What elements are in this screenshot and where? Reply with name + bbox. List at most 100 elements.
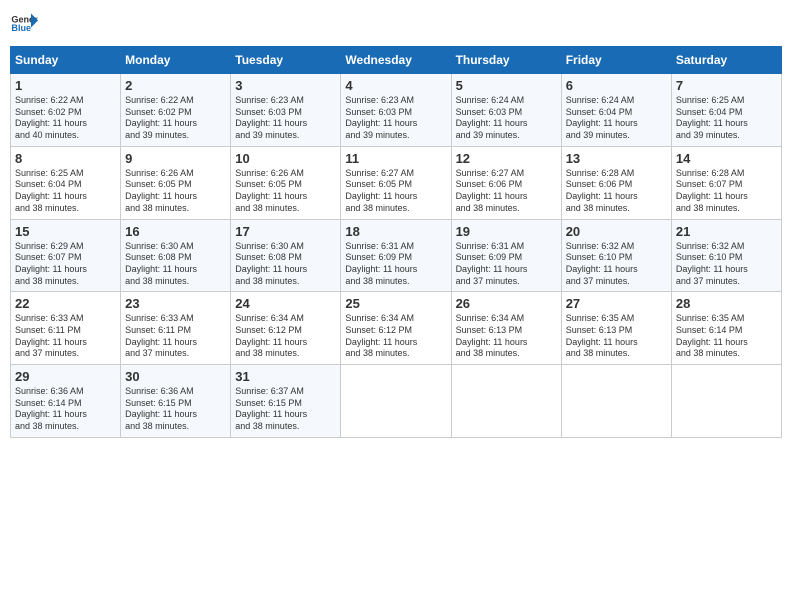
day-number: 23: [125, 296, 226, 311]
day-number: 9: [125, 151, 226, 166]
calendar-cell: 14Sunrise: 6:28 AM Sunset: 6:07 PM Dayli…: [671, 146, 781, 219]
day-header-tuesday: Tuesday: [231, 47, 341, 74]
calendar-cell: 2 Sunrise: 6:22 AM Sunset: 6:02 PM Daylig…: [121, 74, 231, 147]
day-number: 4: [345, 78, 446, 93]
calendar-cell: 22 Sunrise: 6:33 AM Sunset: 6:11 PM Dayli…: [11, 292, 121, 365]
calendar-week-5: 29 Sunrise: 6:36 AM Sunset: 6:14 PM Dayli…: [11, 365, 782, 438]
calendar-cell: 5 Sunrise: 6:24 AM Sunset: 6:03 PM Daylig…: [451, 74, 561, 147]
day-info: Sunrise: 6:26 AM Sunset: 6:05 PM Dayligh…: [125, 168, 226, 215]
calendar-week-4: 22 Sunrise: 6:33 AM Sunset: 6:11 PM Dayli…: [11, 292, 782, 365]
day-number: 20: [566, 224, 667, 239]
day-info: Sunrise: 6:28 AM Sunset: 6:06 PM Dayligh…: [566, 168, 667, 215]
day-header-saturday: Saturday: [671, 47, 781, 74]
day-info: Sunrise: 6:34 AM Sunset: 6:12 PM Dayligh…: [345, 313, 446, 360]
day-number: 6: [566, 78, 667, 93]
day-number: 24: [235, 296, 336, 311]
calendar-cell: 25 Sunrise: 6:34 AM Sunset: 6:12 PM Dayli…: [341, 292, 451, 365]
day-info: Sunrise: 6:33 AM Sunset: 6:11 PM Dayligh…: [125, 313, 226, 360]
day-info: Sunrise: 6:36 AM Sunset: 6:14 PM Dayligh…: [15, 386, 116, 433]
day-info: Sunrise: 6:23 AM Sunset: 6:03 PM Dayligh…: [235, 95, 336, 142]
logo: General Blue: [10, 10, 38, 38]
header: General Blue: [10, 10, 782, 38]
calendar-cell: 6Sunrise: 6:24 AM Sunset: 6:04 PM Daylig…: [561, 74, 671, 147]
calendar-cell: 8 Sunrise: 6:25 AM Sunset: 6:04 PM Daylig…: [11, 146, 121, 219]
logo-icon: General Blue: [10, 10, 38, 38]
day-number: 10: [235, 151, 336, 166]
calendar-cell: 23 Sunrise: 6:33 AM Sunset: 6:11 PM Dayli…: [121, 292, 231, 365]
day-header-wednesday: Wednesday: [341, 47, 451, 74]
day-number: 16: [125, 224, 226, 239]
calendar-cell: 9 Sunrise: 6:26 AM Sunset: 6:05 PM Daylig…: [121, 146, 231, 219]
day-header-monday: Monday: [121, 47, 231, 74]
day-info: Sunrise: 6:31 AM Sunset: 6:09 PM Dayligh…: [345, 241, 446, 288]
calendar-cell: 21Sunrise: 6:32 AM Sunset: 6:10 PM Dayli…: [671, 219, 781, 292]
calendar-cell: 12 Sunrise: 6:27 AM Sunset: 6:06 PM Dayli…: [451, 146, 561, 219]
calendar-cell: 3Sunrise: 6:23 AM Sunset: 6:03 PM Daylig…: [231, 74, 341, 147]
calendar-cell: 29 Sunrise: 6:36 AM Sunset: 6:14 PM Dayli…: [11, 365, 121, 438]
day-info: Sunrise: 6:30 AM Sunset: 6:08 PM Dayligh…: [235, 241, 336, 288]
calendar-cell: 26 Sunrise: 6:34 AM Sunset: 6:13 PM Dayli…: [451, 292, 561, 365]
calendar-week-1: 1 Sunrise: 6:22 AM Sunset: 6:02 PM Daylig…: [11, 74, 782, 147]
day-number: 8: [15, 151, 116, 166]
day-number: 7: [676, 78, 777, 93]
day-info: Sunrise: 6:25 AM Sunset: 6:04 PM Dayligh…: [676, 95, 777, 142]
day-header-sunday: Sunday: [11, 47, 121, 74]
day-info: Sunrise: 6:35 AM Sunset: 6:13 PM Dayligh…: [566, 313, 667, 360]
calendar-cell: 10 Sunrise: 6:26 AM Sunset: 6:05 PM Dayli…: [231, 146, 341, 219]
calendar-cell: 16 Sunrise: 6:30 AM Sunset: 6:08 PM Dayli…: [121, 219, 231, 292]
calendar-cell: 4 Sunrise: 6:23 AM Sunset: 6:03 PM Daylig…: [341, 74, 451, 147]
day-number: 31: [235, 369, 336, 384]
calendar-cell: 31 Sunrise: 6:37 AM Sunset: 6:15 PM Dayli…: [231, 365, 341, 438]
day-info: Sunrise: 6:22 AM Sunset: 6:02 PM Dayligh…: [125, 95, 226, 142]
calendar-cell: 7 Sunrise: 6:25 AM Sunset: 6:04 PM Daylig…: [671, 74, 781, 147]
calendar-cell: [341, 365, 451, 438]
day-info: Sunrise: 6:31 AM Sunset: 6:09 PM Dayligh…: [456, 241, 557, 288]
calendar-cell: [671, 365, 781, 438]
calendar-cell: 24Sunrise: 6:34 AM Sunset: 6:12 PM Dayli…: [231, 292, 341, 365]
day-info: Sunrise: 6:32 AM Sunset: 6:10 PM Dayligh…: [566, 241, 667, 288]
day-info: Sunrise: 6:36 AM Sunset: 6:15 PM Dayligh…: [125, 386, 226, 433]
day-number: 29: [15, 369, 116, 384]
calendar-cell: 30Sunrise: 6:36 AM Sunset: 6:15 PM Dayli…: [121, 365, 231, 438]
calendar-table: SundayMondayTuesdayWednesdayThursdayFrid…: [10, 46, 782, 438]
calendar-cell: 1 Sunrise: 6:22 AM Sunset: 6:02 PM Daylig…: [11, 74, 121, 147]
day-info: Sunrise: 6:25 AM Sunset: 6:04 PM Dayligh…: [15, 168, 116, 215]
calendar-cell: 19 Sunrise: 6:31 AM Sunset: 6:09 PM Dayli…: [451, 219, 561, 292]
day-number: 22: [15, 296, 116, 311]
day-info: Sunrise: 6:23 AM Sunset: 6:03 PM Dayligh…: [345, 95, 446, 142]
calendar-week-3: 15Sunrise: 6:29 AM Sunset: 6:07 PM Dayli…: [11, 219, 782, 292]
day-info: Sunrise: 6:26 AM Sunset: 6:05 PM Dayligh…: [235, 168, 336, 215]
day-number: 18: [345, 224, 446, 239]
day-header-friday: Friday: [561, 47, 671, 74]
day-info: Sunrise: 6:30 AM Sunset: 6:08 PM Dayligh…: [125, 241, 226, 288]
calendar-cell: 13 Sunrise: 6:28 AM Sunset: 6:06 PM Dayli…: [561, 146, 671, 219]
day-number: 19: [456, 224, 557, 239]
day-number: 17: [235, 224, 336, 239]
calendar-cell: 27Sunrise: 6:35 AM Sunset: 6:13 PM Dayli…: [561, 292, 671, 365]
calendar-cell: [561, 365, 671, 438]
day-number: 12: [456, 151, 557, 166]
day-number: 2: [125, 78, 226, 93]
svg-text:Blue: Blue: [11, 23, 31, 33]
calendar-week-2: 8 Sunrise: 6:25 AM Sunset: 6:04 PM Daylig…: [11, 146, 782, 219]
calendar-cell: 20 Sunrise: 6:32 AM Sunset: 6:10 PM Dayli…: [561, 219, 671, 292]
day-number: 28: [676, 296, 777, 311]
day-number: 25: [345, 296, 446, 311]
day-info: Sunrise: 6:35 AM Sunset: 6:14 PM Dayligh…: [676, 313, 777, 360]
day-info: Sunrise: 6:37 AM Sunset: 6:15 PM Dayligh…: [235, 386, 336, 433]
day-info: Sunrise: 6:24 AM Sunset: 6:03 PM Dayligh…: [456, 95, 557, 142]
calendar-cell: 17 Sunrise: 6:30 AM Sunset: 6:08 PM Dayli…: [231, 219, 341, 292]
day-number: 5: [456, 78, 557, 93]
day-info: Sunrise: 6:27 AM Sunset: 6:06 PM Dayligh…: [456, 168, 557, 215]
day-info: Sunrise: 6:33 AM Sunset: 6:11 PM Dayligh…: [15, 313, 116, 360]
day-number: 26: [456, 296, 557, 311]
day-info: Sunrise: 6:27 AM Sunset: 6:05 PM Dayligh…: [345, 168, 446, 215]
day-header-thursday: Thursday: [451, 47, 561, 74]
day-number: 13: [566, 151, 667, 166]
day-info: Sunrise: 6:34 AM Sunset: 6:13 PM Dayligh…: [456, 313, 557, 360]
day-number: 14: [676, 151, 777, 166]
day-info: Sunrise: 6:22 AM Sunset: 6:02 PM Dayligh…: [15, 95, 116, 142]
day-number: 1: [15, 78, 116, 93]
calendar-cell: 18 Sunrise: 6:31 AM Sunset: 6:09 PM Dayli…: [341, 219, 451, 292]
day-number: 11: [345, 151, 446, 166]
